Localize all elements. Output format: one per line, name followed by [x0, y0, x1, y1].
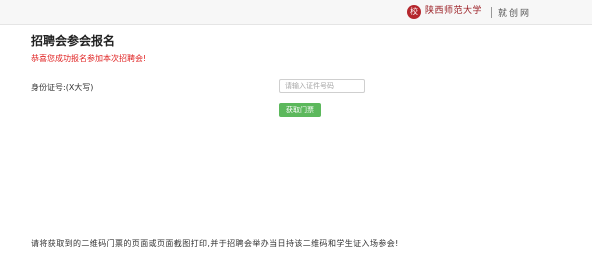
university-seal-icon: 校 — [406, 5, 421, 19]
top-header: 校 陕西师范大学 就创网 — [0, 0, 592, 25]
success-message: 恭喜您成功报名参加本次招聘会! — [31, 54, 147, 63]
print-notice: 请将获取到的二维码门票的页面或页面截图打印,并于招聘会举办当日持该二维码和学生证… — [31, 239, 399, 248]
id-number-label: 身份证号:(X大写) — [31, 83, 94, 92]
header-divider — [491, 7, 492, 18]
university-logo[interactable]: 校 陕西师范大学 — [406, 4, 482, 20]
id-number-input[interactable] — [279, 79, 365, 93]
university-name: 陕西师范大学 — [424, 6, 482, 16]
get-ticket-button[interactable]: 获取门票 — [279, 103, 321, 117]
page-title: 招聘会参会报名 — [31, 34, 116, 48]
site-name-link[interactable]: 就创网 — [498, 6, 531, 19]
